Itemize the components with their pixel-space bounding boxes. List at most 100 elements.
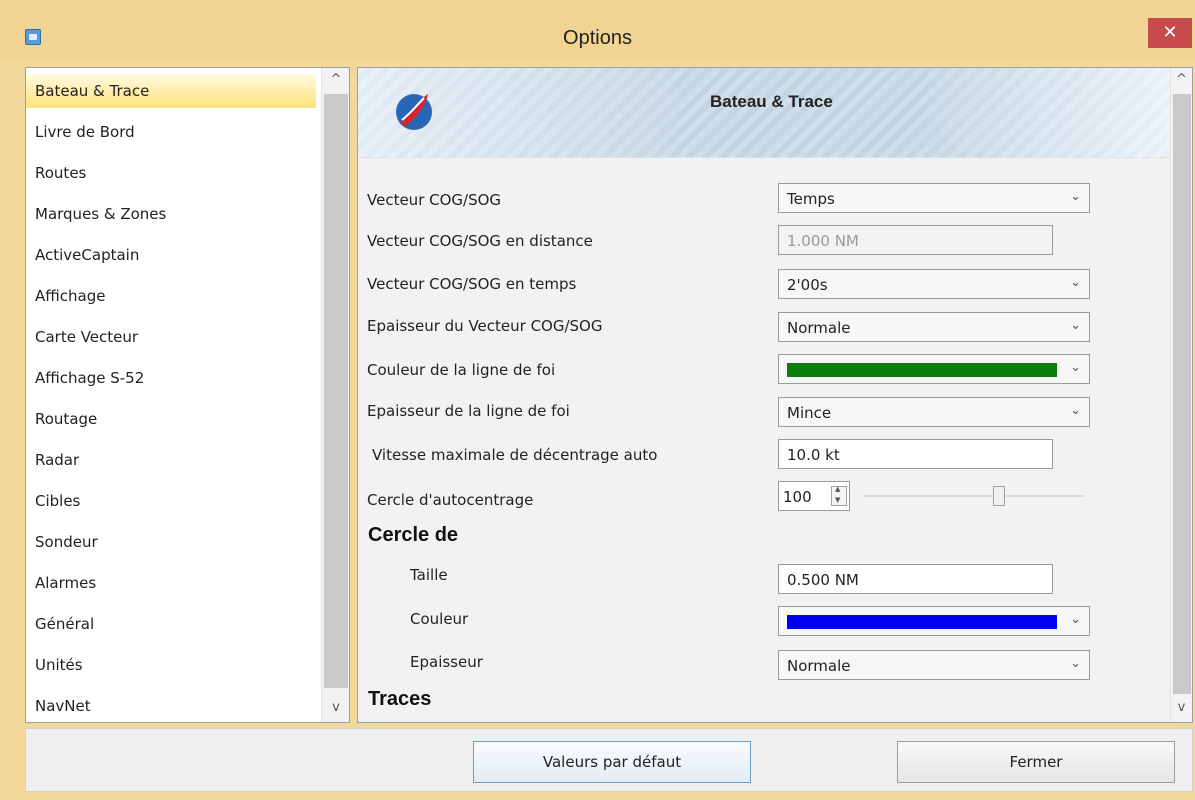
sidebar-item-marques-zones[interactable]: Marques & Zones [26,197,316,231]
cog-sog-time-select[interactable]: 2'00s ⌄ [778,269,1090,299]
sidebar-item-routage[interactable]: Routage [26,402,316,436]
spinbox-value: 100 [783,488,812,506]
select-value: 2'00s [787,276,828,294]
dialog-footer: Valeurs par défaut Fermer [25,728,1193,792]
sidebar-item-label: Carte Vecteur [35,328,139,346]
field-label: Epaisseur [410,653,483,671]
chevron-down-icon: ⌄ [1070,612,1081,627]
circle-thickness-select[interactable]: Normale ⌄ [778,650,1090,680]
panel-header: Bateau & Trace [358,68,1170,158]
circle-color-select[interactable]: ⌄ [778,606,1090,636]
scroll-up-icon[interactable]: ^ [322,70,349,90]
sidebar-item-label: Radar [35,451,80,469]
field-label: Vecteur COG/SOG [367,191,502,209]
window-title: Options [563,27,632,49]
sidebar-item-label: Général [35,615,95,633]
settings-panel: Bateau & Trace Vecteur COG/SOG Temps ⌄ V… [357,67,1193,723]
chevron-down-icon: ⌄ [1070,403,1081,418]
sidebar-item-unites[interactable]: Unités [26,648,316,682]
sidebar-item-affichage[interactable]: Affichage [26,279,316,313]
color-swatch [787,615,1057,629]
field-label: Taille [410,566,448,584]
scroll-up-icon[interactable]: ^ [1171,70,1192,90]
slider-thumb[interactable] [992,486,1005,506]
options-dialog: Options ✕ Bateau & Trace Livre de Bord R… [0,0,1195,800]
sidebar-item-label: Livre de Bord [35,123,135,141]
select-value: Mince [787,404,832,422]
cog-sog-distance-field: 1.000 NM [778,225,1053,255]
field-label: Couleur [410,610,469,628]
circle-size-field[interactable]: 0.500 NM [778,564,1053,594]
sidebar-item-label: Bateau & Trace [35,82,150,100]
close-dialog-button[interactable]: Fermer [897,741,1175,783]
sidebar-item-label: ActiveCaptain [35,246,140,264]
panel-scroll-thumb[interactable] [1173,94,1191,694]
scroll-down-icon[interactable]: v [322,698,349,718]
sidebar-item-cibles[interactable]: Cibles [26,484,316,518]
cog-sog-thickness-select[interactable]: Normale ⌄ [778,312,1090,342]
field-value: 10.0 kt [787,446,840,464]
sidebar-item-label: Marques & Zones [35,205,167,223]
app-logo-icon [396,94,432,130]
autocenter-spinbox[interactable]: 100 ▲ ▼ [778,481,850,511]
panel-scrollbar[interactable]: ^ v [1170,68,1192,722]
spin-buttons[interactable]: ▲ ▼ [831,485,847,506]
sidebar-item-radar[interactable]: Radar [26,443,316,477]
sidebar-item-navnet[interactable]: NavNet [26,689,316,722]
autocenter-slider[interactable] [864,486,1084,506]
select-value: Normale [787,319,851,337]
chevron-down-icon: ⌄ [1070,656,1081,671]
sidebar-item-label: Unités [35,656,83,674]
field-label: Epaisseur du Vecteur COG/SOG [367,317,603,335]
sidebar-scroll-thumb[interactable] [324,94,348,688]
sidebar-item-sondeur[interactable]: Sondeur [26,525,316,559]
sidebar-item-label: Cibles [35,492,81,510]
sidebar-item-alarmes[interactable]: Alarmes [26,566,316,600]
sidebar-item-label: Sondeur [35,533,98,551]
color-swatch [787,363,1057,377]
heading-line-thickness-select[interactable]: Mince ⌄ [778,397,1090,427]
field-label: Epaisseur de la ligne de foi [367,402,570,420]
panel-title: Bateau & Trace [710,92,833,111]
sidebar-item-routes[interactable]: Routes [26,156,316,190]
spin-up-icon[interactable]: ▲ [835,485,840,493]
field-label: Cercle d'autocentrage [367,491,534,509]
sidebar-item-carte-vecteur[interactable]: Carte Vecteur [26,320,316,354]
title-bar: Options ✕ [0,0,1195,58]
field-value: 0.500 NM [787,571,859,589]
options-sidebar: Bateau & Trace Livre de Bord Routes Marq… [25,67,350,723]
sidebar-item-livre-de-bord[interactable]: Livre de Bord [26,115,316,149]
sidebar-item-general[interactable]: Général [26,607,316,641]
sidebar-item-label: Routage [35,410,98,428]
select-value: Temps [787,190,835,208]
sidebar-item-bateau-trace[interactable]: Bateau & Trace [26,74,316,108]
chevron-down-icon: ⌄ [1070,189,1081,204]
field-value: 1.000 NM [787,232,859,250]
circle-section-heading: Cercle de [368,524,459,546]
field-label: Vecteur COG/SOG en distance [367,232,593,250]
field-label: Vecteur COG/SOG en temps [367,275,577,293]
sidebar-item-label: NavNet [35,697,91,715]
defaults-button[interactable]: Valeurs par défaut [473,741,751,783]
sidebar-item-affichage-s52[interactable]: Affichage S-52 [26,361,316,395]
chevron-down-icon: ⌄ [1070,360,1081,375]
field-label: Vitesse maximale de décentrage auto [372,446,658,464]
max-offset-speed-field[interactable]: 10.0 kt [778,439,1053,469]
chevron-down-icon: ⌄ [1070,275,1081,290]
scroll-down-icon[interactable]: v [1171,698,1192,718]
cog-sog-vector-select[interactable]: Temps ⌄ [778,183,1090,213]
chevron-down-icon: ⌄ [1070,318,1081,333]
slider-track [864,495,1084,497]
sidebar-item-label: Affichage [35,287,106,305]
sidebar-item-label: Routes [35,164,87,182]
heading-line-color-select[interactable]: ⌄ [778,354,1090,384]
field-label: Couleur de la ligne de foi [367,361,556,379]
sidebar-scrollbar[interactable]: ^ v [321,68,349,722]
sidebar-item-activecaptain[interactable]: ActiveCaptain [26,238,316,272]
spin-down-icon[interactable]: ▼ [835,496,840,504]
close-button[interactable]: ✕ [1148,18,1192,48]
sidebar-item-label: Alarmes [35,574,97,592]
traces-section-heading: Traces [368,688,432,710]
sidebar-item-label: Affichage S-52 [35,369,145,387]
select-value: Normale [787,657,851,675]
